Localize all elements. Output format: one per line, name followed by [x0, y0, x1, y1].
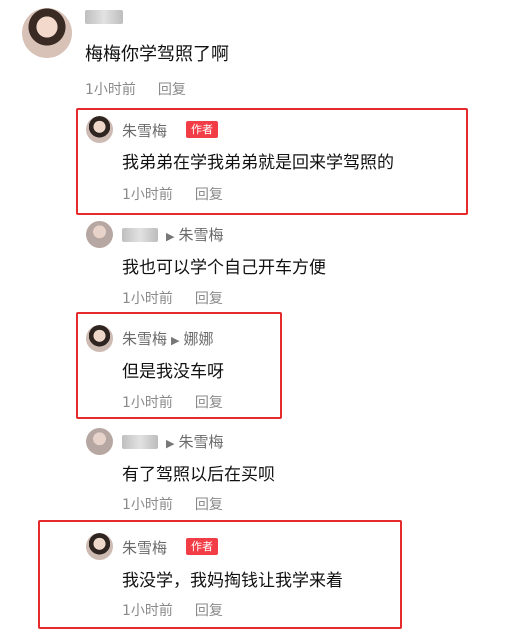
- reply-button[interactable]: 回复: [195, 603, 223, 619]
- reply-header: 朱雪梅 ▶ 娜娜: [122, 328, 214, 349]
- comment-meta: 1小时前 回复: [122, 288, 223, 308]
- comment-text: 我没学，我妈掏钱让我学来着: [122, 571, 343, 591]
- author-avatar[interactable]: [86, 116, 113, 143]
- reply-button[interactable]: 回复: [195, 187, 223, 203]
- reply-to-name[interactable]: 朱雪梅: [178, 226, 223, 244]
- reply-target: ▶ 朱雪梅: [162, 224, 223, 245]
- commenter-avatar[interactable]: [22, 8, 72, 58]
- comment-text: 我弟弟在学我弟弟就是回来学驾照的: [122, 153, 394, 173]
- author-name[interactable]: 朱雪梅: [122, 120, 167, 141]
- comment-text: 有了驾照以后在买呗: [122, 465, 275, 485]
- author-badge: 作者: [186, 538, 218, 555]
- timestamp: 1小时前: [122, 603, 173, 619]
- author-name[interactable]: 朱雪梅: [122, 330, 167, 348]
- reply-button[interactable]: 回复: [158, 82, 186, 98]
- timestamp: 1小时前: [122, 291, 173, 307]
- reply-to-name[interactable]: 朱雪梅: [178, 433, 223, 451]
- commenter-avatar[interactable]: [86, 221, 113, 248]
- timestamp: 1小时前: [85, 82, 136, 98]
- comment-text: 我也可以学个自己开车方便: [122, 258, 326, 278]
- comment-meta: 1小时前 回复: [122, 392, 223, 412]
- comment-text: 梅梅你学驾照了啊: [85, 44, 229, 65]
- reply-arrow-icon: ▶: [166, 230, 175, 243]
- timestamp: 1小时前: [122, 187, 173, 203]
- author-avatar[interactable]: [86, 533, 113, 560]
- author-name[interactable]: 朱雪梅: [122, 537, 167, 558]
- blurred-username[interactable]: [122, 228, 158, 242]
- comment-meta: 1小时前 回复: [122, 494, 223, 514]
- timestamp: 1小时前: [122, 497, 173, 513]
- comment-meta: 1小时前 回复: [122, 184, 223, 204]
- reply-button[interactable]: 回复: [195, 291, 223, 307]
- reply-button[interactable]: 回复: [195, 497, 223, 513]
- reply-button[interactable]: 回复: [195, 395, 223, 411]
- comment-meta: 1小时前 回复: [122, 600, 223, 620]
- reply-arrow-icon: ▶: [166, 437, 175, 450]
- timestamp: 1小时前: [122, 395, 173, 411]
- reply-to-name[interactable]: 娜娜: [183, 330, 213, 348]
- blurred-username[interactable]: [85, 10, 123, 24]
- reply-target: ▶ 朱雪梅: [162, 431, 223, 452]
- reply-arrow-icon: ▶: [171, 334, 180, 347]
- author-avatar[interactable]: [86, 325, 113, 352]
- blurred-username[interactable]: [122, 435, 158, 449]
- comment-text: 但是我没车呀: [122, 362, 224, 382]
- comment-meta: 1小时前 回复: [85, 79, 186, 99]
- author-badge: 作者: [186, 121, 218, 138]
- commenter-avatar[interactable]: [86, 428, 113, 455]
